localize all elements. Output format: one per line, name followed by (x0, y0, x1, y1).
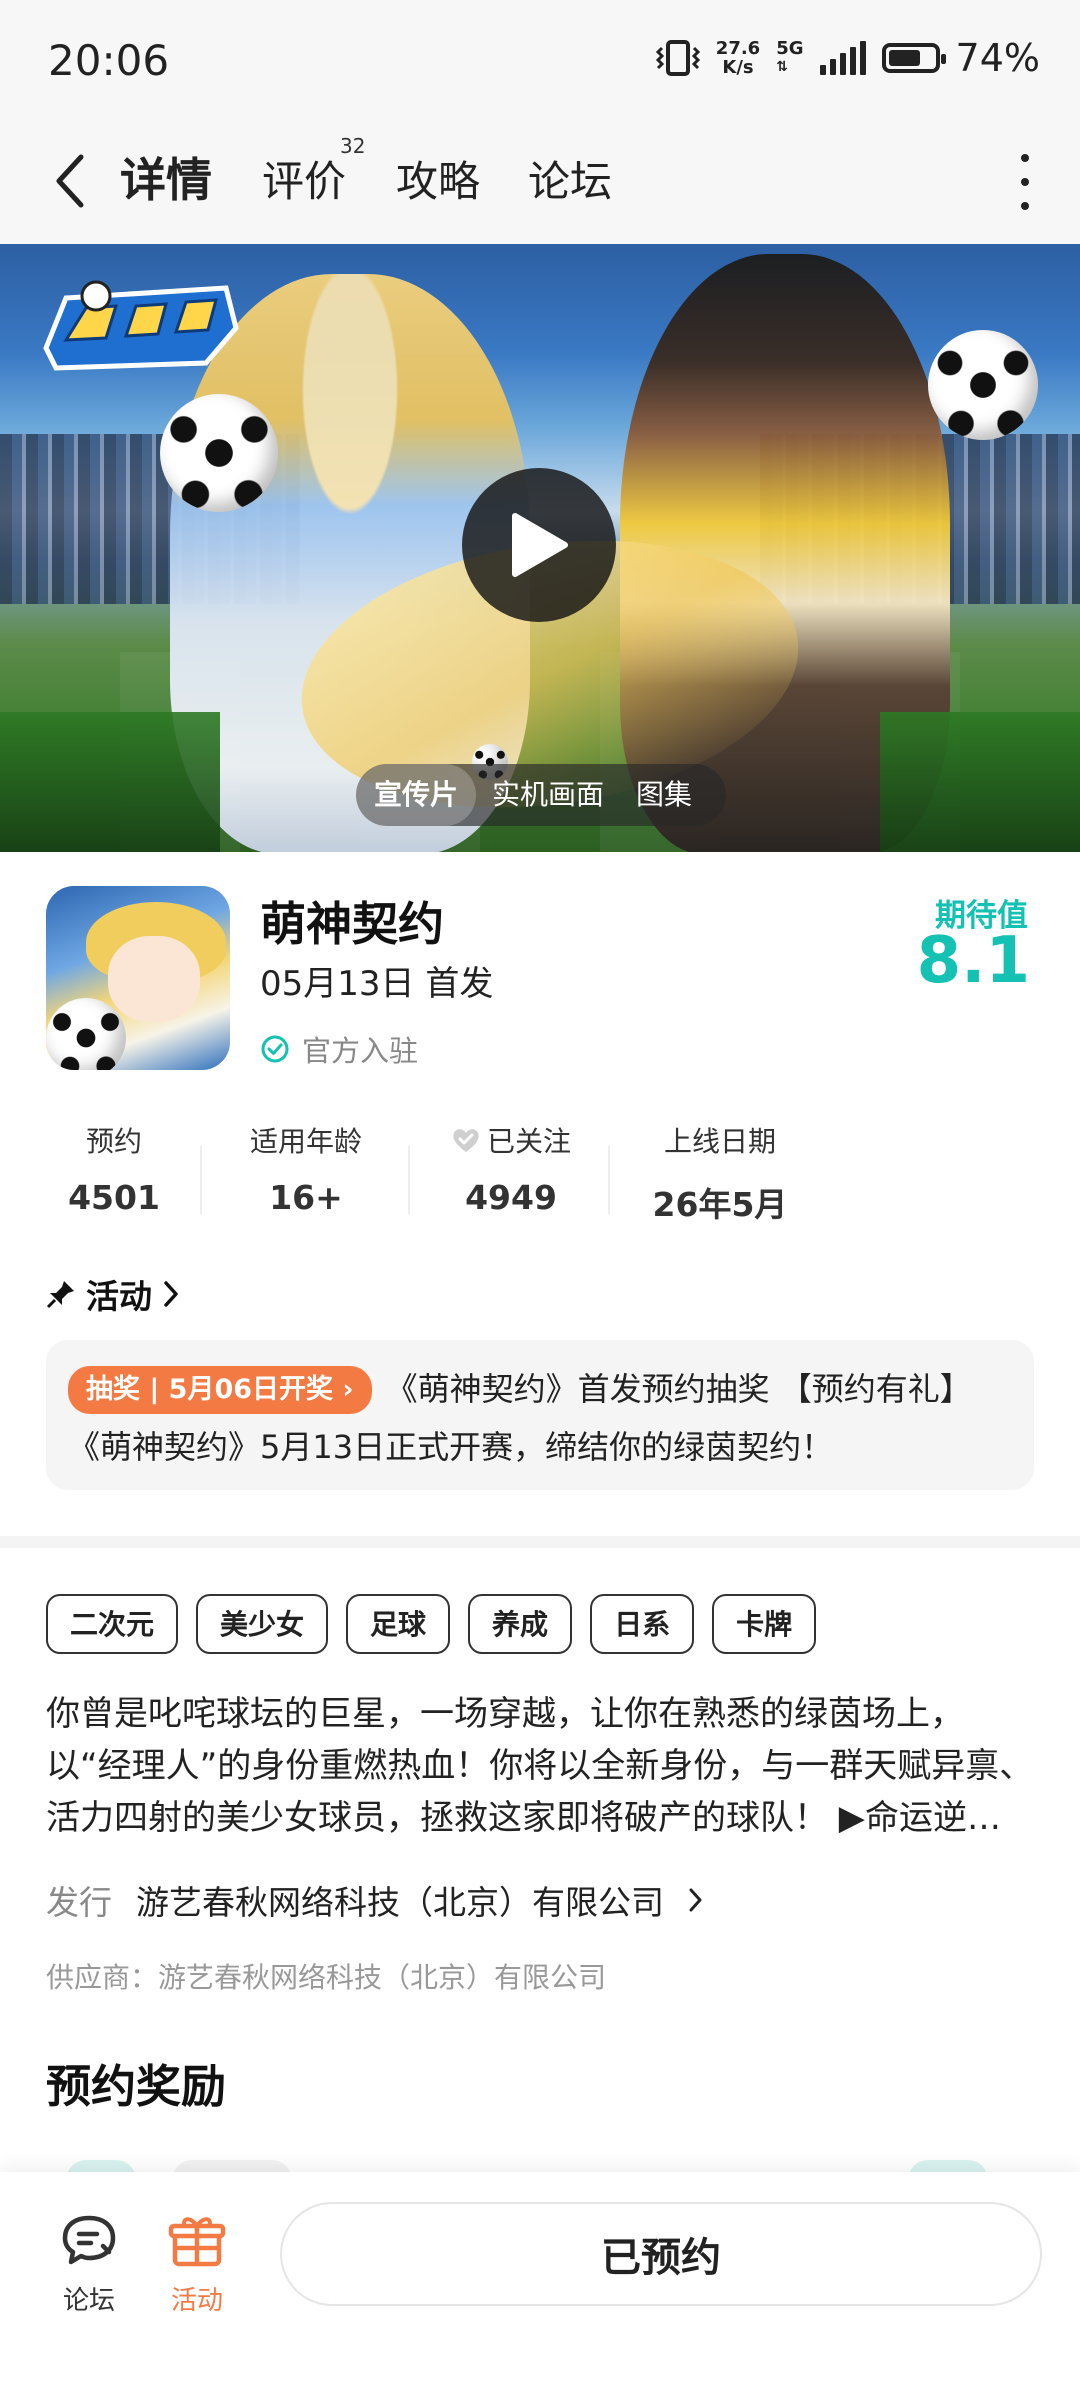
bottom-forum-button[interactable]: 论坛 (34, 2212, 144, 2317)
pin-icon (46, 1281, 74, 1309)
media-tab-trailer[interactable]: 宣传片 (356, 764, 477, 826)
chevron-right-icon (164, 1281, 178, 1307)
heart-check-icon (453, 1129, 479, 1152)
stat-label-text: 已关注 (486, 1125, 571, 1158)
app-icon (46, 886, 230, 1070)
bottom-activity-button[interactable]: 活动 (142, 2212, 252, 2317)
tab-guides[interactable]: 攻略 (396, 148, 480, 209)
more-dot-icon (1021, 154, 1029, 162)
activity-heading-label: 活动 (86, 1277, 152, 1316)
expectation-score: 8.1 (916, 924, 1030, 998)
official-badge: 官方入驻 (260, 1028, 418, 1070)
back-button[interactable] (40, 146, 100, 216)
tag[interactable]: 美少女 (196, 1594, 329, 1654)
stat-reservations: 预约 4501 (64, 1120, 164, 1217)
reserved-button[interactable]: 已预约 (280, 2202, 1042, 2306)
lottery-badge-label: 抽奖 | 5月06日开奖 (86, 1374, 334, 1405)
data-arrows-icon: ⇅ (776, 59, 788, 75)
speed-unit: K/s (722, 57, 754, 78)
game-logo (43, 280, 239, 371)
stat-label: 预约 (85, 1125, 142, 1158)
status-bar: 20:06 27.6 K/s 5G ⇅ 74% (0, 0, 1080, 120)
tab-detail-label: 详情 (120, 153, 212, 207)
icon-face (108, 936, 200, 1022)
gift-icon (168, 2217, 226, 2267)
tab-detail[interactable]: 详情 (120, 144, 212, 210)
network-type: 5G ⇅ (776, 39, 803, 77)
stat-value: 4501 (68, 1178, 160, 1217)
publisher-row[interactable]: 发行 游艺春秋网络科技（北京）有限公司 (46, 1876, 704, 1924)
tag-list: 二次元 美少女 足球 养成 日系 卡牌 (46, 1594, 817, 1654)
stat-divider (200, 1146, 202, 1214)
stat-label: 适用年龄 (249, 1125, 362, 1158)
network-speed: 27.6 K/s (716, 39, 760, 77)
bottom-forum-label: 论坛 (62, 2286, 115, 2316)
lottery-badge[interactable]: 抽奖 | 5月06日开奖 › (68, 1366, 372, 1414)
app-name: 萌神契约 (260, 897, 444, 951)
section-separator (0, 1536, 1080, 1548)
bottom-activity-label: 活动 (170, 2286, 223, 2316)
stat-label: 上线日期 (663, 1125, 776, 1158)
soccer-ball-icon (46, 998, 126, 1070)
verified-check-icon (261, 1035, 289, 1063)
tag[interactable]: 卡牌 (712, 1594, 817, 1654)
battery-fill (888, 50, 920, 66)
stat-launch-date: 上线日期 26年5月 (640, 1120, 800, 1226)
activity-heading[interactable]: 活动 (46, 1270, 180, 1318)
media-tab-gameplay[interactable]: 实机画面 (476, 764, 620, 826)
status-indicators: 27.6 K/s 5G ⇅ 74% (655, 36, 1040, 80)
network-label: 5G (776, 38, 804, 59)
stat-value: 26年5月 (652, 1185, 788, 1224)
more-options-button[interactable] (1010, 154, 1040, 210)
stat-label: 已关注 (436, 1120, 586, 1160)
tag[interactable]: 日系 (590, 1594, 695, 1654)
tag[interactable]: 足球 (346, 1594, 451, 1654)
speed-value: 27.6 (715, 38, 761, 59)
more-dot-icon (1021, 202, 1029, 210)
more-dot-icon (1021, 178, 1029, 186)
stat-following[interactable]: 已关注 4949 (436, 1120, 586, 1217)
soccer-ball-icon (928, 330, 1038, 440)
grass-foreground (0, 712, 220, 852)
reward-section-title: 预约奖励 (46, 2060, 227, 2113)
publisher-name: 游艺春秋网络科技（北京）有限公司 (136, 1883, 664, 1922)
release-date: 05月13日 首发 (260, 964, 494, 1004)
supplier-info: 供应商：游艺春秋网络科技（北京）有限公司 (46, 1961, 607, 1994)
stat-divider (408, 1146, 410, 1214)
stat-age-rating: 适用年龄 16+ (236, 1120, 376, 1217)
battery-icon (881, 43, 946, 73)
media-tab-gallery[interactable]: 图集 (620, 764, 708, 826)
stat-value: 16+ (269, 1178, 343, 1217)
media-tabs: 宣传片 实机画面 图集 (356, 764, 727, 826)
soccer-ball-icon (160, 394, 278, 512)
official-label: 官方入驻 (302, 1034, 419, 1068)
activity-card[interactable]: 抽奖 | 5月06日开奖 › 《萌神契约》首发预约抽奖 【预约有礼】《萌神契约》5… (46, 1340, 1034, 1490)
play-video-button[interactable] (462, 468, 616, 622)
promo-banner[interactable]: 宣传片 实机画面 图集 (0, 244, 1080, 852)
stat-divider (608, 1146, 610, 1214)
signal-icon (819, 41, 866, 75)
chevron-right-icon (689, 1888, 702, 1912)
game-description[interactable]: 你曾是叱咤球坛的巨星，一场穿越，让你在熟悉的绿茵场上，以“经理人”的身份重燃热血… (46, 1688, 1036, 1844)
top-nav: 详情 评价 32 攻略 论坛 (0, 120, 1080, 244)
battery-percent: 74% (955, 36, 1040, 80)
stat-value: 4949 (465, 1178, 557, 1217)
review-count-badge: 32 (340, 134, 366, 158)
forum-chat-icon (62, 2215, 116, 2265)
tab-forum[interactable]: 论坛 (528, 148, 612, 209)
activity-content: 抽奖 | 5月06日开奖 › 《萌神契约》首发预约抽奖 【预约有礼】《萌神契约》5… (68, 1360, 1012, 1476)
play-icon (512, 513, 568, 577)
publisher-key: 发行 (46, 1883, 112, 1922)
back-arrow-icon (56, 154, 84, 208)
tag[interactable]: 养成 (468, 1594, 573, 1654)
tag[interactable]: 二次元 (46, 1594, 179, 1654)
tab-reviews[interactable]: 评价 (262, 148, 346, 209)
vibrate-icon (655, 40, 700, 76)
grass-foreground (880, 712, 1080, 852)
status-time: 20:06 (48, 36, 170, 85)
bottom-action-bar: 论坛 活动 已预约 (0, 2172, 1080, 2382)
